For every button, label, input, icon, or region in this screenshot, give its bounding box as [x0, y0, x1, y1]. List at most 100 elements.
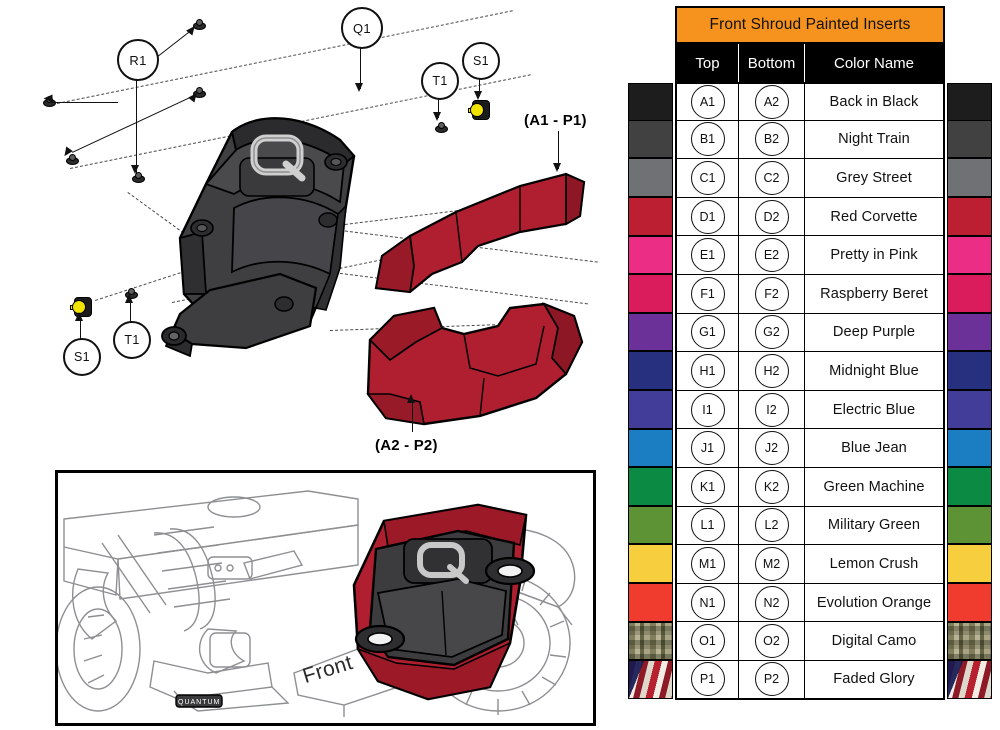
code-badge: B1	[690, 122, 725, 157]
svg-text:QUANTUM: QUANTUM	[178, 699, 220, 706]
color-swatch-left	[628, 351, 674, 390]
code-badge: D1	[690, 199, 725, 234]
code-badge: D2	[754, 199, 789, 234]
cell-color-name: Raspberry Beret	[820, 285, 928, 302]
cell-color-name: Red Corvette	[830, 208, 918, 225]
color-swatch-right	[946, 621, 992, 661]
cell-bottom-code: L2	[739, 506, 805, 545]
code-badge: H2	[754, 353, 789, 388]
cell-top-code: B1	[677, 120, 739, 159]
table-row[interactable]: L1 L2 Military Green	[628, 505, 992, 546]
table-row[interactable]: N1 N2 Evolution Orange	[628, 582, 992, 623]
cell-bottom-code: D2	[739, 197, 805, 236]
cell-color-name: Pretty in Pink	[830, 247, 918, 264]
table-row[interactable]: C1 C2 Grey Street	[628, 158, 992, 198]
table-row[interactable]: J1 J2 Blue Jean	[628, 428, 992, 468]
column-header-top: Top	[677, 44, 739, 82]
table-row[interactable]: B1 B2 Night Train	[628, 119, 992, 160]
cell-color-name: Evolution Orange	[816, 594, 932, 611]
cell-color-name: Digital Camo	[831, 633, 917, 650]
table-body: A1 A2 Back in Black B1 B2 Night Train C1 C2 Grey…	[628, 82, 992, 700]
table-row[interactable]: H1 H2 Midnight Blue	[628, 351, 992, 391]
leader-line	[130, 300, 132, 322]
leader-line	[155, 28, 194, 59]
cell-color-name: Green Machine	[823, 478, 925, 495]
code-badge: O1	[690, 624, 725, 659]
table-row[interactable]: I1 I2 Electric Blue	[628, 389, 992, 430]
color-swatch-right	[946, 660, 992, 699]
code-badge: H1	[690, 353, 725, 388]
code-badge: N2	[754, 585, 789, 620]
callout-label: S1	[74, 350, 90, 364]
cell-bottom-code: M2	[739, 545, 805, 583]
code-badge: M2	[754, 546, 789, 581]
color-swatch-left	[628, 235, 674, 275]
code-badge: O2	[754, 624, 789, 659]
color-options-table: Front Shroud Painted Inserts Top Bottom …	[628, 6, 992, 700]
callout-balloon-s1-upper: S1	[462, 42, 500, 80]
code-badge: K1	[690, 469, 725, 504]
callout-label: S1	[473, 54, 489, 68]
table-row[interactable]: M1 M2 Lemon Crush	[628, 544, 992, 584]
code-badge: I1	[690, 392, 725, 427]
color-swatch-right	[946, 351, 992, 390]
leader-line	[412, 400, 414, 432]
table-row[interactable]: G1 G2 Deep Purple	[628, 312, 992, 353]
code-badge: J1	[690, 431, 725, 466]
color-swatch-right	[946, 119, 992, 159]
quantum-q-logo-icon	[250, 134, 306, 182]
column-header-bottom: Bottom	[739, 44, 805, 82]
cell-color-name: Back in Black	[829, 93, 919, 110]
table-title: Front Shroud Painted Inserts	[675, 6, 945, 44]
code-badge: N1	[690, 585, 725, 620]
color-swatch-right	[946, 467, 992, 506]
code-badge: M1	[690, 546, 725, 581]
leader-line	[136, 77, 138, 173]
color-swatch-right	[946, 274, 992, 313]
cell-top-code: P1	[677, 660, 739, 698]
leader-arrow	[75, 312, 83, 321]
table-row[interactable]: D1 D2 Red Corvette	[628, 196, 992, 237]
t1-fastener	[435, 122, 448, 133]
table-row[interactable]: O1 O2 Digital Camo	[628, 621, 992, 661]
callout-balloon-t1-lower: T1	[113, 321, 151, 359]
cell-bottom-code: N2	[739, 583, 805, 622]
leader-line	[50, 102, 118, 104]
table-row[interactable]: P1 P2 Faded Glory	[628, 660, 992, 700]
color-swatch-right	[946, 83, 992, 122]
callout-label: Q1	[353, 20, 371, 36]
cell-bottom-code: E2	[739, 236, 805, 274]
cell-top-code: G1	[677, 313, 739, 352]
code-badge: E2	[754, 238, 789, 273]
cell-color-name: Night Train	[838, 131, 910, 148]
callout-balloon-s1-lower: S1	[63, 338, 101, 376]
color-swatch-left	[628, 428, 674, 468]
cell-top-code: L1	[677, 506, 739, 545]
color-swatch-right	[946, 505, 992, 545]
code-badge: J2	[754, 431, 789, 466]
cell-color-name: Blue Jean	[841, 440, 907, 457]
cell-color-name: Electric Blue	[832, 401, 916, 418]
table-row[interactable]: A1 A2 Back in Black	[628, 82, 992, 122]
leader-arrow	[355, 83, 363, 92]
cell-top-code: M1	[677, 545, 739, 583]
cell-bottom-code: G2	[739, 313, 805, 352]
leader-arrow	[474, 91, 482, 100]
code-badge: A2	[754, 84, 789, 119]
table-row[interactable]: F1 F2 Raspberry Beret	[628, 274, 992, 314]
cell-color-name: Lemon Crush	[829, 555, 919, 572]
s1-grommet-fastener	[468, 100, 490, 120]
callout-balloon-t1-upper: T1	[421, 62, 459, 100]
color-swatch-right	[946, 544, 992, 583]
code-badge: E1	[690, 238, 725, 273]
color-swatch-right	[946, 582, 992, 622]
cell-top-code: A1	[677, 84, 739, 120]
table-row[interactable]: K1 K2 Green Machine	[628, 467, 992, 507]
code-badge: C1	[690, 160, 725, 195]
cell-bottom-code: A2	[739, 84, 805, 120]
callout-label: T1	[124, 333, 140, 347]
table-row[interactable]: E1 E2 Pretty in Pink	[628, 235, 992, 275]
callout-balloon-q1: Q1	[341, 7, 383, 49]
code-badge: G1	[690, 315, 725, 350]
cell-color-name: Faded Glory	[833, 671, 915, 688]
